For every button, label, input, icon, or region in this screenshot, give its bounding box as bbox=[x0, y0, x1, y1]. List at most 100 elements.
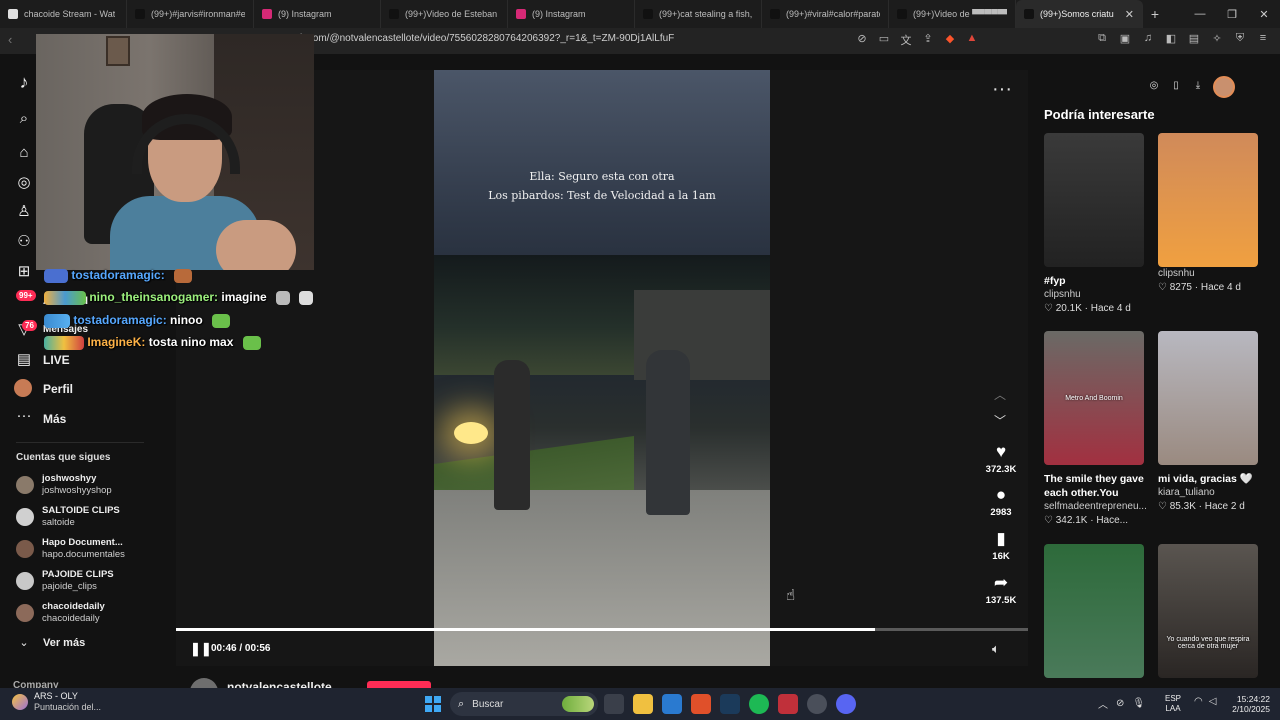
following-account[interactable]: Hapo Document... hapo.documentales bbox=[16, 537, 125, 561]
recommendation-card[interactable] bbox=[1044, 544, 1144, 678]
user-avatar[interactable] bbox=[1213, 76, 1235, 98]
windows-start-icon[interactable] bbox=[425, 696, 441, 712]
discord-icon[interactable] bbox=[836, 694, 856, 714]
video-frame[interactable]: Ella: Seguro esta con otra Los pibardos:… bbox=[434, 70, 770, 666]
share-button[interactable]: ➦ 137.5K bbox=[980, 573, 1022, 606]
tiktok-logo-icon[interactable]: ♪ bbox=[14, 72, 34, 92]
language-indicator[interactable]: ESP LAA bbox=[1165, 694, 1181, 714]
browser-tab[interactable]: (99+)#viral#calor#parato bbox=[762, 0, 889, 28]
new-tab-button[interactable]: + bbox=[1143, 6, 1167, 22]
video-progress-bar[interactable] bbox=[176, 628, 1028, 631]
recommendation-card[interactable]: #fyp clipsnhu ♡ 20.1K · Hace 4 d bbox=[1044, 133, 1144, 316]
task-view-icon[interactable] bbox=[604, 694, 624, 714]
no-ai-icon[interactable]: ⊘ bbox=[855, 32, 869, 48]
maximize-button[interactable]: ❐ bbox=[1216, 8, 1248, 21]
tray-chevron-icon[interactable]: ︿ bbox=[1098, 696, 1108, 711]
leo-icon[interactable]: ✧ bbox=[1210, 32, 1224, 48]
browser-tab[interactable]: chacoide Stream - Wat bbox=[0, 0, 127, 28]
recommendation-thumbnail[interactable]: Yo cuando veo que respira cerca de otra … bbox=[1158, 544, 1258, 678]
recommendation-thumbnail[interactable]: Metro And Boomin bbox=[1044, 331, 1144, 465]
recommendation-card[interactable]: Metro And Boomin The smile they gave each… bbox=[1044, 331, 1147, 528]
recommendation-thumbnail[interactable] bbox=[1044, 133, 1144, 267]
chevron-down-icon[interactable]: ⌄ bbox=[14, 636, 34, 656]
translate-icon[interactable]: 文 bbox=[899, 32, 913, 48]
recommendation-thumbnail[interactable] bbox=[1158, 133, 1258, 267]
rewards-icon[interactable]: ▲ bbox=[965, 32, 979, 48]
recommendation-card[interactable]: Yo cuando veo que respira cerca de otra … bbox=[1158, 544, 1258, 678]
nav-more[interactable]: Más bbox=[43, 412, 66, 426]
extensions-icon[interactable]: ⧉ bbox=[1095, 32, 1109, 48]
browser-tab[interactable]: (99+)Somos criatu ✕ bbox=[1016, 0, 1143, 28]
author-name[interactable]: notvalencastellote bbox=[227, 680, 332, 688]
nav-profile[interactable]: Perfil bbox=[43, 382, 73, 396]
recommendation-thumbnail[interactable] bbox=[1044, 544, 1144, 678]
like-button[interactable]: ♥ 372.3K bbox=[980, 442, 1022, 475]
spotify-icon[interactable] bbox=[749, 694, 769, 714]
file-explorer-icon[interactable] bbox=[633, 694, 653, 714]
following-account[interactable]: joshwoshyy joshwoshyyshop bbox=[16, 473, 112, 497]
more-options-icon[interactable]: ··· bbox=[992, 78, 1012, 101]
pause-icon[interactable]: ❚❚ bbox=[190, 641, 212, 657]
recommendation-card[interactable]: mi vida, gracias 🤍 kiara_tuliano ♡ 85.3K ·… bbox=[1158, 331, 1258, 514]
volume-icon[interactable]: 🔈︎ bbox=[992, 641, 1000, 657]
brave-shield-icon[interactable]: ◆ bbox=[943, 32, 957, 48]
url-field[interactable]: k.com/@notvalencastellote/video/75560282… bbox=[300, 33, 674, 44]
upload-icon[interactable]: ⊞ bbox=[14, 262, 34, 282]
media-icon[interactable]: ♫ bbox=[1141, 32, 1155, 48]
brave-browser-icon[interactable] bbox=[691, 694, 711, 714]
following-icon[interactable]: ♙ bbox=[14, 202, 34, 222]
browser-tab[interactable]: (99+)#jarvis#ironman#elin bbox=[127, 0, 254, 28]
tray-icon[interactable]: ⊘ bbox=[1116, 698, 1124, 709]
wifi-icon[interactable]: ◠ bbox=[1194, 696, 1203, 707]
browser-tab[interactable]: (99+)Video de ▀▀▀▀▀▀▀ bbox=[889, 0, 1016, 28]
comment-button[interactable]: ● 2983 bbox=[980, 485, 1022, 518]
menu-icon[interactable]: ≡ bbox=[1256, 32, 1270, 48]
search-icon[interactable]: ⌕ bbox=[14, 110, 34, 130]
coin-icon[interactable]: ◎ bbox=[1147, 80, 1161, 94]
more-icon[interactable]: ··· bbox=[14, 407, 34, 427]
following-account[interactable]: SALTOIDE CLIPS saltoide bbox=[16, 505, 120, 529]
browser-tab[interactable]: (99+)Video de Esteban (@ bbox=[381, 0, 508, 28]
wallet-icon[interactable]: ▤ bbox=[1187, 32, 1201, 48]
following-account[interactable]: chacoidedaily chacoidedaily bbox=[16, 601, 105, 625]
speaker-icon[interactable]: ◁ bbox=[1209, 696, 1217, 707]
see-more-link[interactable]: Ver más bbox=[43, 637, 85, 649]
following-account[interactable]: PAJOIDE CLIPS pajoide_clips bbox=[16, 569, 114, 593]
browser-tab[interactable]: (9) Instagram bbox=[508, 0, 635, 28]
recommendation-card[interactable]: clipsnhu ♡ 8275 · Hace 4 d bbox=[1158, 133, 1258, 295]
microphone-icon[interactable]: 🎙︎ bbox=[1132, 698, 1145, 709]
close-tab-icon[interactable]: ✕ bbox=[1125, 8, 1134, 21]
live-icon[interactable]: ▤ bbox=[14, 350, 34, 370]
back-arrow-icon[interactable]: ‹ bbox=[8, 32, 12, 47]
download-icon[interactable]: ⤓ bbox=[1191, 80, 1205, 94]
close-window-button[interactable]: ✕ bbox=[1248, 8, 1280, 21]
recommendation-thumbnail[interactable] bbox=[1158, 331, 1258, 465]
previous-video-icon[interactable]: ︿ bbox=[994, 386, 1006, 403]
browser-tab[interactable]: (99+)cat stealing a fish, so bbox=[635, 0, 762, 28]
taskbar-search[interactable]: ⌕ Buscar bbox=[450, 692, 598, 716]
next-video-icon[interactable]: ﹀ bbox=[994, 412, 1006, 429]
system-clock[interactable]: 15:24:22 2/10/2025 bbox=[1228, 694, 1270, 714]
reader-icon[interactable]: ▭ bbox=[877, 32, 891, 48]
device-icon[interactable]: ▯ bbox=[1169, 80, 1183, 94]
steam-icon[interactable] bbox=[720, 694, 740, 714]
home-icon[interactable]: ⌂ bbox=[14, 144, 34, 164]
profile-avatar-icon[interactable] bbox=[14, 379, 32, 397]
screenshot-icon[interactable]: ▣ bbox=[1118, 32, 1132, 48]
sidebar-toggle-icon[interactable]: ◧ bbox=[1164, 32, 1178, 48]
save-button[interactable]: ▮ 16K bbox=[980, 529, 1022, 562]
follow-button[interactable] bbox=[367, 681, 431, 688]
browser-tab[interactable]: (9) Instagram bbox=[254, 0, 381, 28]
app-icon[interactable] bbox=[807, 694, 827, 714]
weather-widget[interactable]: ARS - OLY Puntuación del... bbox=[12, 691, 101, 713]
minimize-button[interactable]: — bbox=[1184, 8, 1216, 21]
video-editor-icon[interactable] bbox=[778, 694, 798, 714]
explore-icon[interactable]: ◎ bbox=[14, 173, 34, 193]
nav-live[interactable]: LIVE bbox=[43, 353, 70, 367]
author-avatar[interactable] bbox=[190, 678, 218, 688]
vpn-icon[interactable]: ⛨ bbox=[1233, 32, 1247, 48]
share-icon[interactable]: ⇪ bbox=[921, 32, 935, 48]
bing-icon[interactable] bbox=[662, 694, 682, 714]
chat-badge-icon bbox=[44, 335, 84, 350]
friends-icon[interactable]: ⚇ bbox=[14, 232, 34, 252]
